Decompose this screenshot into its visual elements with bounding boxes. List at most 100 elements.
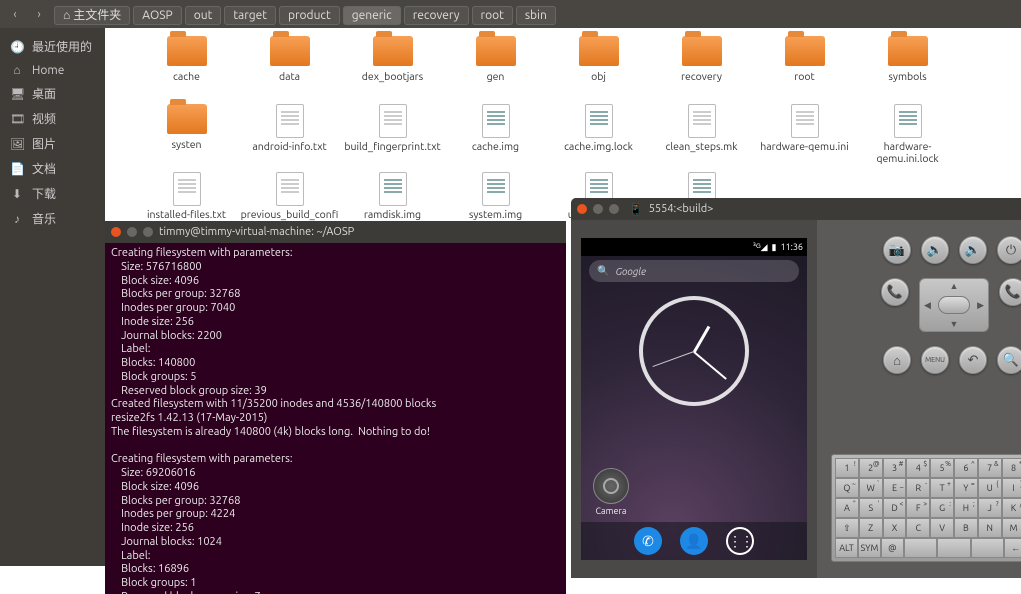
key-M[interactable]: M — [1002, 518, 1021, 538]
sidebar-item-文档[interactable]: 📄文档 — [0, 156, 105, 181]
sidebar-item-音乐[interactable]: ♪音乐 — [0, 206, 105, 231]
file-cache.img.lock[interactable]: cache.img.lock — [547, 104, 650, 170]
key-[interactable] — [904, 538, 937, 558]
minimize-icon[interactable] — [593, 204, 603, 214]
key-I[interactable]: I} — [1002, 478, 1021, 498]
nav-forward-icon[interactable]: › — [30, 5, 48, 23]
folder-data[interactable]: data — [238, 36, 341, 102]
key-E[interactable]: E_ — [883, 478, 907, 498]
dpad-up-icon[interactable]: ▲ — [950, 281, 959, 291]
close-icon[interactable] — [577, 204, 587, 214]
breadcrumb-target[interactable]: target — [224, 6, 276, 25]
dpad[interactable]: ▲ ▼ ◀ ▶ — [919, 278, 989, 332]
clock-widget[interactable] — [639, 296, 749, 406]
sidebar-item-视频[interactable]: 🎞视频 — [0, 106, 105, 131]
dpad-right-icon[interactable]: ▶ — [977, 300, 984, 311]
key-1[interactable]: 1! — [835, 458, 859, 478]
power-button[interactable]: ⏻ — [997, 236, 1021, 264]
folder-root[interactable]: root — [753, 36, 856, 102]
back-button[interactable]: ↶ — [959, 346, 987, 374]
maximize-icon[interactable] — [143, 227, 153, 237]
key-X[interactable]: X — [883, 518, 907, 538]
key-C[interactable]: C — [906, 518, 930, 538]
key-W[interactable]: W` — [859, 478, 883, 498]
key-G[interactable]: G: — [930, 498, 954, 518]
key-6[interactable]: 6^ — [954, 458, 978, 478]
key-T[interactable]: T+ — [930, 478, 954, 498]
dpad-down-icon[interactable]: ▼ — [950, 319, 959, 329]
file-cache.img[interactable]: cache.img — [444, 104, 547, 170]
file-clean_steps.mk[interactable]: clean_steps.mk — [650, 104, 753, 170]
key-Z[interactable]: Z — [859, 518, 883, 538]
menu-button[interactable]: MENU — [921, 346, 949, 374]
camera-button[interactable]: 📷 — [883, 236, 911, 264]
key-U[interactable]: U{ — [978, 478, 1002, 498]
key-V[interactable]: V — [930, 518, 954, 538]
breadcrumb-root[interactable]: root — [472, 6, 513, 25]
android-status-bar[interactable]: ³ᴳ◢ ▮ 11:36 — [581, 238, 807, 256]
maximize-icon[interactable] — [609, 204, 619, 214]
file-hardware-qemu.ini.lock[interactable]: hardware-qemu.ini.lock — [856, 104, 959, 170]
key-K[interactable]: K/ — [1002, 498, 1021, 518]
breadcrumb-AOSP[interactable]: AOSP — [133, 6, 181, 25]
key-8[interactable]: 8* — [1002, 458, 1021, 478]
terminal-output[interactable]: Creating filesystem with parameters: Siz… — [105, 243, 566, 594]
folder-gen[interactable]: gen — [444, 36, 547, 102]
vol-down-button[interactable]: 🔈 — [921, 236, 949, 264]
terminal-window[interactable]: timmy@timmy-virtual-machine: ~/AOSP Crea… — [105, 221, 566, 594]
contacts-app-icon[interactable]: 👤 — [680, 527, 708, 555]
key-[interactable] — [971, 538, 1004, 558]
sidebar-item-图片[interactable]: 🖼图片 — [0, 131, 105, 156]
key-S[interactable]: S' — [859, 498, 883, 518]
key-[interactable] — [937, 538, 970, 558]
sidebar-item-下载[interactable]: ⬇下载 — [0, 181, 105, 206]
phone-app-icon[interactable]: ✆ — [634, 527, 662, 555]
key-2[interactable]: 2@ — [859, 458, 883, 478]
close-icon[interactable] — [111, 227, 121, 237]
key-@[interactable]: @ — [881, 538, 904, 558]
key-⇧[interactable]: ⇧ — [835, 518, 859, 538]
key-ALT[interactable]: ALT — [835, 538, 858, 558]
key-4[interactable]: 4$ — [906, 458, 930, 478]
terminal-titlebar[interactable]: timmy@timmy-virtual-machine: ~/AOSP — [105, 221, 566, 243]
sidebar-item-最近使用的[interactable]: 🕘最近使用的 — [0, 34, 105, 59]
key-SYM[interactable]: SYM — [858, 538, 881, 558]
breadcrumb-product[interactable]: product — [279, 6, 340, 25]
folder-cache[interactable]: cache — [135, 36, 238, 102]
key-J[interactable]: J? — [978, 498, 1002, 518]
folder-recovery[interactable]: recovery — [650, 36, 753, 102]
key-R[interactable]: R- — [906, 478, 930, 498]
folder-systen[interactable]: systen — [135, 104, 238, 170]
key-A[interactable]: A" — [835, 498, 859, 518]
key-7[interactable]: 7& — [978, 458, 1002, 478]
key-3[interactable]: 3# — [883, 458, 907, 478]
sidebar-item-桌面[interactable]: 🖥桌面 — [0, 81, 105, 106]
breadcrumb-主文件夹[interactable]: 主文件夹 — [54, 6, 130, 25]
emulator-titlebar[interactable]: 📱 5554:<build> — [571, 198, 1021, 220]
home-button[interactable]: ⌂ — [883, 346, 911, 374]
key-D[interactable]: D< — [883, 498, 907, 518]
folder-symbols[interactable]: symbols — [856, 36, 959, 102]
breadcrumb-generic[interactable]: generic — [343, 6, 401, 25]
dpad-left-icon[interactable]: ◀ — [924, 300, 931, 311]
google-search-bar[interactable]: 🔍 Google — [589, 260, 799, 282]
app-drawer-icon[interactable] — [726, 527, 754, 555]
folder-obj[interactable]: obj — [547, 36, 650, 102]
key-B[interactable]: B — [954, 518, 978, 538]
breadcrumb-recovery[interactable]: recovery — [404, 6, 469, 25]
sidebar-item-Home[interactable]: ⌂Home — [0, 59, 105, 81]
minimize-icon[interactable] — [127, 227, 137, 237]
file-hardware-qemu.ini[interactable]: hardware-qemu.ini — [753, 104, 856, 170]
key-N[interactable]: N — [978, 518, 1002, 538]
key-Q[interactable]: Q~ — [835, 478, 859, 498]
emulator-screen[interactable]: ³ᴳ◢ ▮ 11:36 🔍 Google — [581, 238, 807, 560]
file-build_fingerprint.txt[interactable]: build_fingerprint.txt — [341, 104, 444, 170]
call-button[interactable]: 📞 — [881, 278, 909, 306]
vol-up-button[interactable]: 🔊 — [959, 236, 987, 264]
key-←[interactable]: ← — [1004, 538, 1021, 558]
key-F[interactable]: F> — [906, 498, 930, 518]
key-5[interactable]: 5% — [930, 458, 954, 478]
nav-back-icon[interactable]: ‹ — [6, 5, 24, 23]
folder-dex_bootjars[interactable]: dex_bootjars — [341, 36, 444, 102]
file-android-info.txt[interactable]: android-info.txt — [238, 104, 341, 170]
